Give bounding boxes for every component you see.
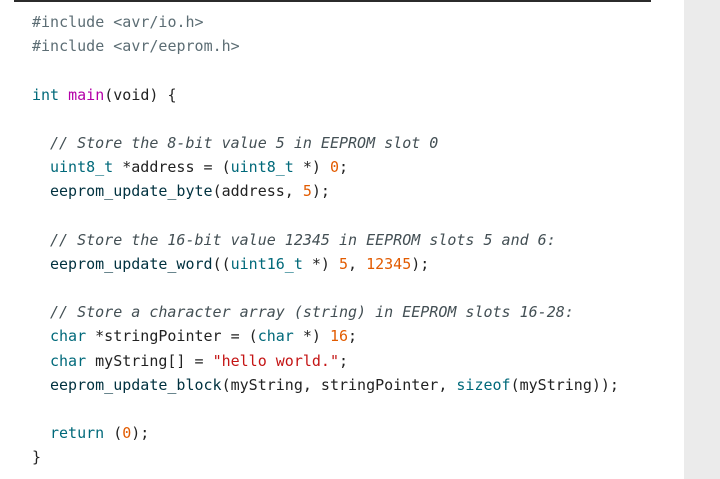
code-line-comment: // Store the 16-bit value 12345 in EEPRO… bbox=[32, 228, 619, 252]
code-snippet-page: #include <avr/io.h> #include <avr/eeprom.… bbox=[0, 0, 720, 479]
code-line-update-byte: eeprom_update_byte(address, 5); bbox=[32, 179, 619, 203]
function-name: main bbox=[68, 85, 105, 104]
type-keyword: uint8_t bbox=[230, 158, 294, 177]
code-comment: // Store a character array (string) in E… bbox=[50, 303, 574, 322]
code-text: (void) { bbox=[104, 85, 177, 104]
top-divider bbox=[14, 0, 651, 2]
code-text: (myString)); bbox=[510, 375, 619, 394]
type-keyword: int bbox=[32, 85, 60, 104]
code-text: , bbox=[348, 254, 367, 273]
type-keyword: char bbox=[50, 351, 87, 370]
number-literal: 12345 bbox=[366, 254, 412, 273]
code-text: (myString, stringPointer, bbox=[221, 375, 457, 394]
code-line-address-decl: uint8_t *address = (uint8_t *) 0; bbox=[32, 155, 619, 179]
code-line-comment: // Store a character array (string) in E… bbox=[32, 300, 619, 324]
function-call: eeprom_update_byte bbox=[50, 182, 213, 201]
code-line-main-signature: int main(void) { bbox=[32, 83, 619, 107]
type-keyword: uint8_t bbox=[50, 158, 114, 177]
number-literal: 0 bbox=[329, 158, 339, 177]
code-text: *) bbox=[293, 327, 330, 346]
code-comment: // Store the 16-bit value 12345 in EEPRO… bbox=[50, 230, 556, 249]
code-text: (address, bbox=[212, 182, 303, 201]
code-text: *) bbox=[302, 254, 339, 273]
closing-brace: } bbox=[32, 448, 42, 467]
function-call: eeprom_update_block bbox=[50, 375, 222, 394]
type-keyword: char bbox=[257, 327, 294, 346]
number-literal: 0 bbox=[122, 424, 132, 443]
scrollbar-track[interactable] bbox=[684, 0, 720, 479]
code-line-comment: // Store the 8-bit value 5 in EEPROM slo… bbox=[32, 131, 619, 155]
code-line-include-io: #include <avr/io.h> bbox=[32, 10, 619, 34]
code-text: myString[] = bbox=[86, 351, 213, 370]
number-literal: 5 bbox=[302, 182, 312, 201]
code-block: #include <avr/io.h> #include <avr/eeprom.… bbox=[32, 10, 619, 470]
number-literal: 16 bbox=[329, 327, 349, 346]
type-keyword: char bbox=[50, 327, 87, 346]
code-text: ; bbox=[339, 351, 349, 370]
code-text: ; bbox=[348, 327, 358, 346]
code-text: ; bbox=[339, 158, 349, 177]
code-text: ( bbox=[104, 424, 123, 443]
sizeof-keyword: sizeof bbox=[456, 375, 511, 394]
code-text: (( bbox=[212, 254, 231, 273]
code-line-update-word: eeprom_update_word((uint16_t *) 5, 12345… bbox=[32, 252, 619, 276]
code-line-update-block: eeprom_update_block(myString, stringPoin… bbox=[32, 373, 619, 397]
code-line-my-string: char myString[] = "hello world."; bbox=[32, 349, 619, 373]
preprocessor-include: #include <avr/io.h> bbox=[32, 13, 204, 31]
type-keyword: uint16_t bbox=[230, 254, 303, 273]
code-line-closing-brace: } bbox=[32, 445, 619, 469]
code-text: *stringPointer = ( bbox=[86, 327, 258, 346]
code-text: ); bbox=[411, 254, 430, 273]
code-line-return: return (0); bbox=[32, 421, 619, 445]
function-call: eeprom_update_word bbox=[50, 254, 213, 273]
code-line-string-pointer: char *stringPointer = (char *) 16; bbox=[32, 324, 619, 348]
code-line-include-eeprom: #include <avr/eeprom.h> bbox=[32, 34, 619, 58]
code-comment: // Store the 8-bit value 5 in EEPROM slo… bbox=[50, 133, 439, 152]
code-text: ); bbox=[311, 182, 330, 201]
code-text: ); bbox=[131, 424, 150, 443]
code-text: *address = ( bbox=[113, 158, 231, 177]
preprocessor-include: #include <avr/eeprom.h> bbox=[32, 37, 240, 56]
code-text: *) bbox=[293, 158, 330, 177]
string-literal: "hello world." bbox=[212, 351, 339, 370]
return-keyword: return bbox=[50, 424, 105, 443]
number-literal: 5 bbox=[339, 254, 349, 273]
